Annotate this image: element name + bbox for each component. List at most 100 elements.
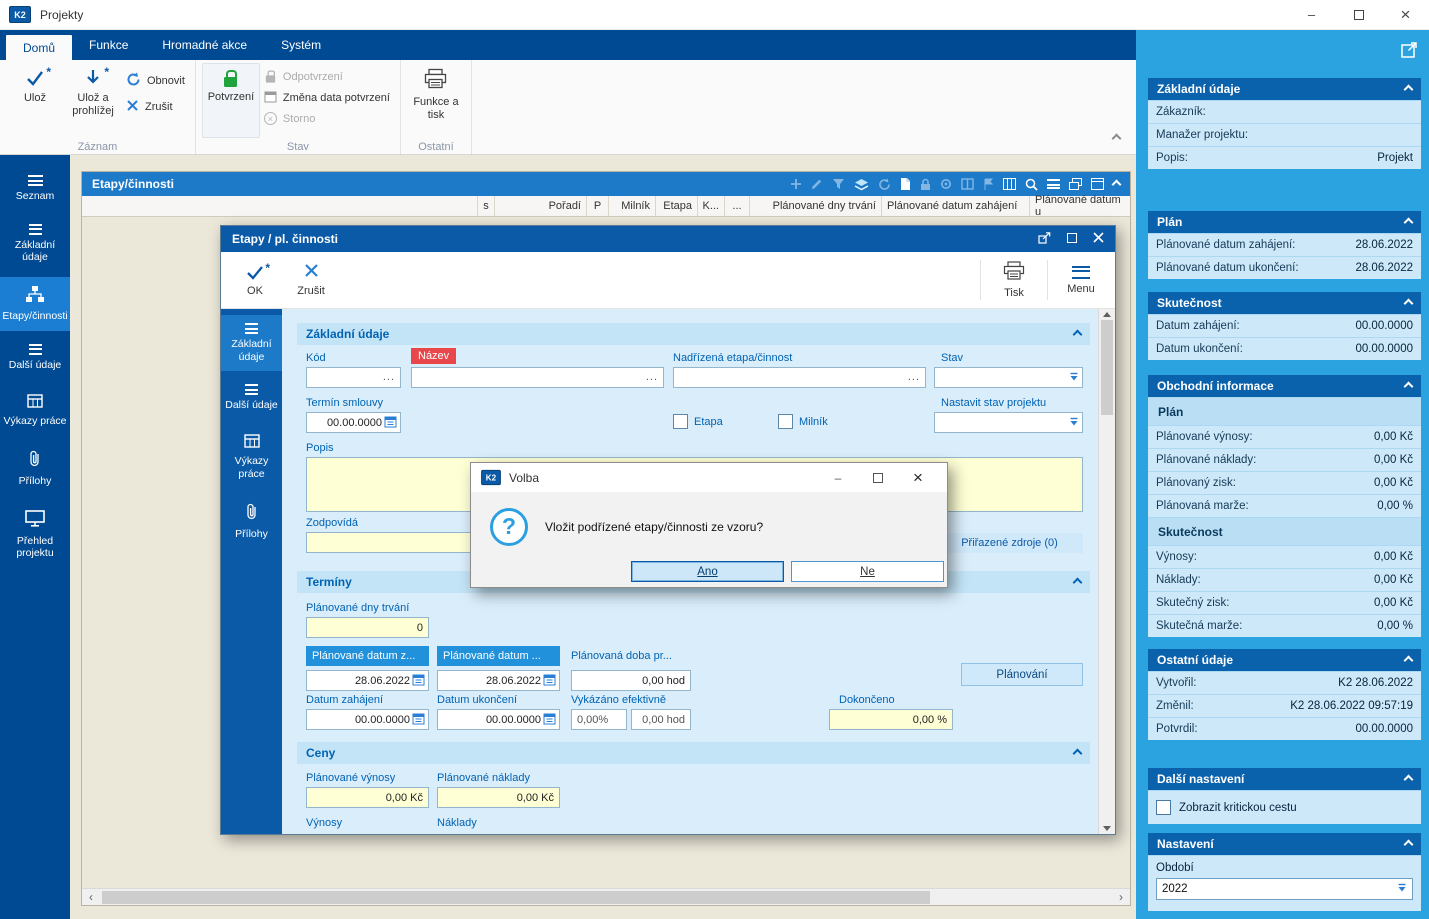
section-header[interactable]: Další nastavení — [1148, 768, 1421, 790]
nastavit-stav-dropdown[interactable] — [934, 412, 1083, 433]
storno-button[interactable]: × Storno — [263, 112, 390, 125]
flag-icon[interactable] — [983, 178, 994, 191]
sidebar-item-prilohy[interactable]: Přílohy — [0, 441, 70, 496]
panel-collapse-button[interactable] — [1111, 179, 1122, 189]
cascade-windows-icon[interactable] — [1069, 178, 1082, 190]
section-header[interactable]: Ostatní údaje — [1148, 649, 1421, 671]
dropdown-chevron-icon[interactable] — [1069, 371, 1079, 385]
ellipsis-button[interactable]: ... — [381, 372, 397, 383]
grid-column-etapa[interactable]: Etapa — [656, 196, 698, 216]
grid-column-plan-dny[interactable]: Plánované dny trvání — [750, 196, 882, 216]
sidebar-item-vykazy-prace[interactable]: Výkazy práce — [0, 385, 70, 436]
etapa-checkbox[interactable] — [673, 414, 688, 429]
dokonceno-input[interactable]: 0,00 % — [829, 709, 953, 730]
sidebar-item-zakladni-udaje[interactable]: Základní údaje — [0, 216, 70, 272]
calendar-icon[interactable] — [543, 712, 556, 728]
close-button[interactable]: × — [1382, 0, 1429, 29]
section-header[interactable]: Skutečnost — [1148, 292, 1421, 314]
scroll-left-arrow[interactable]: ‹ — [82, 890, 100, 905]
calendar-icon[interactable] — [384, 415, 397, 431]
datum-ukonceni-input[interactable]: 00.00.0000 — [437, 709, 560, 730]
settings-icon[interactable] — [940, 178, 952, 190]
ribbon-collapse-button[interactable] — [1111, 131, 1122, 145]
cancel-button[interactable]: Zrušit — [283, 252, 339, 308]
plan-datum-ukonceni-input[interactable]: 28.06.2022 — [437, 670, 560, 691]
section-header[interactable]: Obchodní informace — [1148, 375, 1421, 397]
calendar-icon[interactable] — [543, 673, 556, 689]
vertical-scrollbar[interactable] — [1098, 309, 1115, 834]
kod-input[interactable]: ... — [306, 367, 401, 388]
confirm-button[interactable]: Potvrzení — [201, 63, 260, 138]
tab-hromadne-akce[interactable]: Hromadné akce — [145, 30, 264, 60]
grid-column-p[interactable]: P — [587, 196, 609, 216]
grid-column-plan-zahajeni[interactable]: Plánované datum zahájení — [882, 196, 1030, 216]
lock-icon[interactable] — [920, 178, 931, 191]
scroll-up-arrow[interactable] — [1103, 312, 1111, 317]
dropdown-chevron-icon[interactable] — [1397, 882, 1407, 896]
calendar-icon[interactable] — [412, 673, 425, 689]
grid-column-s[interactable]: s — [478, 196, 495, 216]
tab-domu[interactable]: Domů — [6, 35, 73, 60]
prirazene-zdroje-button[interactable]: Přiřazené zdroje (0) — [936, 533, 1083, 553]
minimize-button[interactable]: – — [1288, 0, 1335, 29]
print-button[interactable]: Tisk — [986, 252, 1042, 308]
functions-print-button[interactable]: Funkce a tisk — [407, 63, 465, 138]
section-header-zakladni[interactable]: Základní údaje — [297, 323, 1090, 345]
planovani-button[interactable]: Plánování — [961, 663, 1083, 686]
section-header-ceny[interactable]: Ceny — [297, 742, 1090, 764]
scroll-right-arrow[interactable]: › — [1112, 890, 1130, 905]
dialog-nav-prilohy[interactable]: Přílohy — [221, 494, 282, 549]
menu-button[interactable]: Menu — [1053, 252, 1109, 308]
stav-dropdown[interactable] — [934, 367, 1083, 388]
grid-column-milnik[interactable]: Milník — [609, 196, 656, 216]
nadrizena-input[interactable]: ... — [673, 367, 926, 388]
edit-icon[interactable] — [811, 178, 823, 190]
section-header[interactable]: Plán — [1148, 211, 1421, 233]
section-header[interactable]: Základní údaje — [1148, 78, 1421, 100]
new-document-icon[interactable] — [900, 177, 911, 191]
ellipsis-button[interactable]: ... — [644, 372, 660, 383]
nazev-input[interactable]: ... — [411, 367, 664, 388]
horizontal-scrollbar[interactable]: ‹ › — [82, 888, 1130, 905]
tab-funkce[interactable]: Funkce — [72, 30, 145, 60]
unconfirm-button[interactable]: Odpotvrzení — [264, 69, 390, 84]
scrollbar-thumb[interactable] — [1101, 320, 1113, 415]
obdobi-dropdown[interactable]: 2022 — [1156, 878, 1413, 900]
grid-column-dots[interactable]: ... — [725, 196, 750, 216]
search-settings-icon[interactable] — [1025, 178, 1038, 191]
refresh-icon[interactable] — [878, 178, 891, 191]
maximize-button[interactable] — [1335, 0, 1382, 29]
plan-naklady-input[interactable]: 0,00 Kč — [437, 787, 560, 808]
plan-datum-zahajeni-input[interactable]: 28.06.2022 — [306, 670, 429, 691]
sidebar-item-seznam[interactable]: Seznam — [0, 167, 70, 211]
book-icon[interactable] — [961, 178, 974, 190]
grid-column-plan-ukonceni[interactable]: Plánované datum u — [1030, 194, 1130, 218]
plan-vynosy-input[interactable]: 0,00 Kč — [306, 787, 429, 808]
ellipsis-button[interactable]: ... — [906, 372, 922, 383]
change-confirm-date-button[interactable]: Změna data potvrzení — [264, 90, 390, 106]
save-and-view-button[interactable]: Ulož a prohlížej — [64, 63, 122, 138]
expand-panel-icon[interactable] — [1400, 41, 1418, 62]
plan-doba-input[interactable]: 0,00 hod — [571, 670, 691, 691]
sidebar-item-dalsi-udaje[interactable]: Další údaje — [0, 336, 70, 380]
critical-path-checkbox[interactable] — [1156, 800, 1171, 815]
calendar-icon[interactable] — [412, 712, 425, 728]
sidebar-item-prehled-projektu[interactable]: Přehled projektu — [0, 501, 70, 568]
dialog-nav-vykazy-prace[interactable]: Výkazy práce — [221, 425, 282, 489]
milnik-checkbox[interactable] — [778, 414, 793, 429]
maximize-button[interactable] — [858, 463, 898, 492]
close-button[interactable] — [1093, 232, 1104, 246]
ano-button[interactable]: Ano — [631, 561, 784, 582]
ne-button[interactable]: Ne — [791, 561, 944, 582]
sidebar-item-etapy-cinnosti[interactable]: Etapy/činnosti — [0, 276, 70, 331]
window-icon[interactable] — [1091, 178, 1104, 190]
dropdown-chevron-icon[interactable] — [1069, 416, 1079, 430]
menu-icon[interactable] — [1047, 179, 1060, 189]
ok-button[interactable]: OK — [227, 252, 283, 308]
save-button[interactable]: Ulož — [6, 63, 64, 138]
scrollbar-track[interactable] — [1099, 320, 1115, 823]
minimize-button[interactable]: – — [818, 463, 858, 492]
dialog-nav-dalsi-udaje[interactable]: Další údaje — [221, 376, 282, 420]
grid-column-poradi[interactable]: Pořadí — [495, 196, 587, 216]
grid-column-tree[interactable] — [82, 196, 478, 216]
